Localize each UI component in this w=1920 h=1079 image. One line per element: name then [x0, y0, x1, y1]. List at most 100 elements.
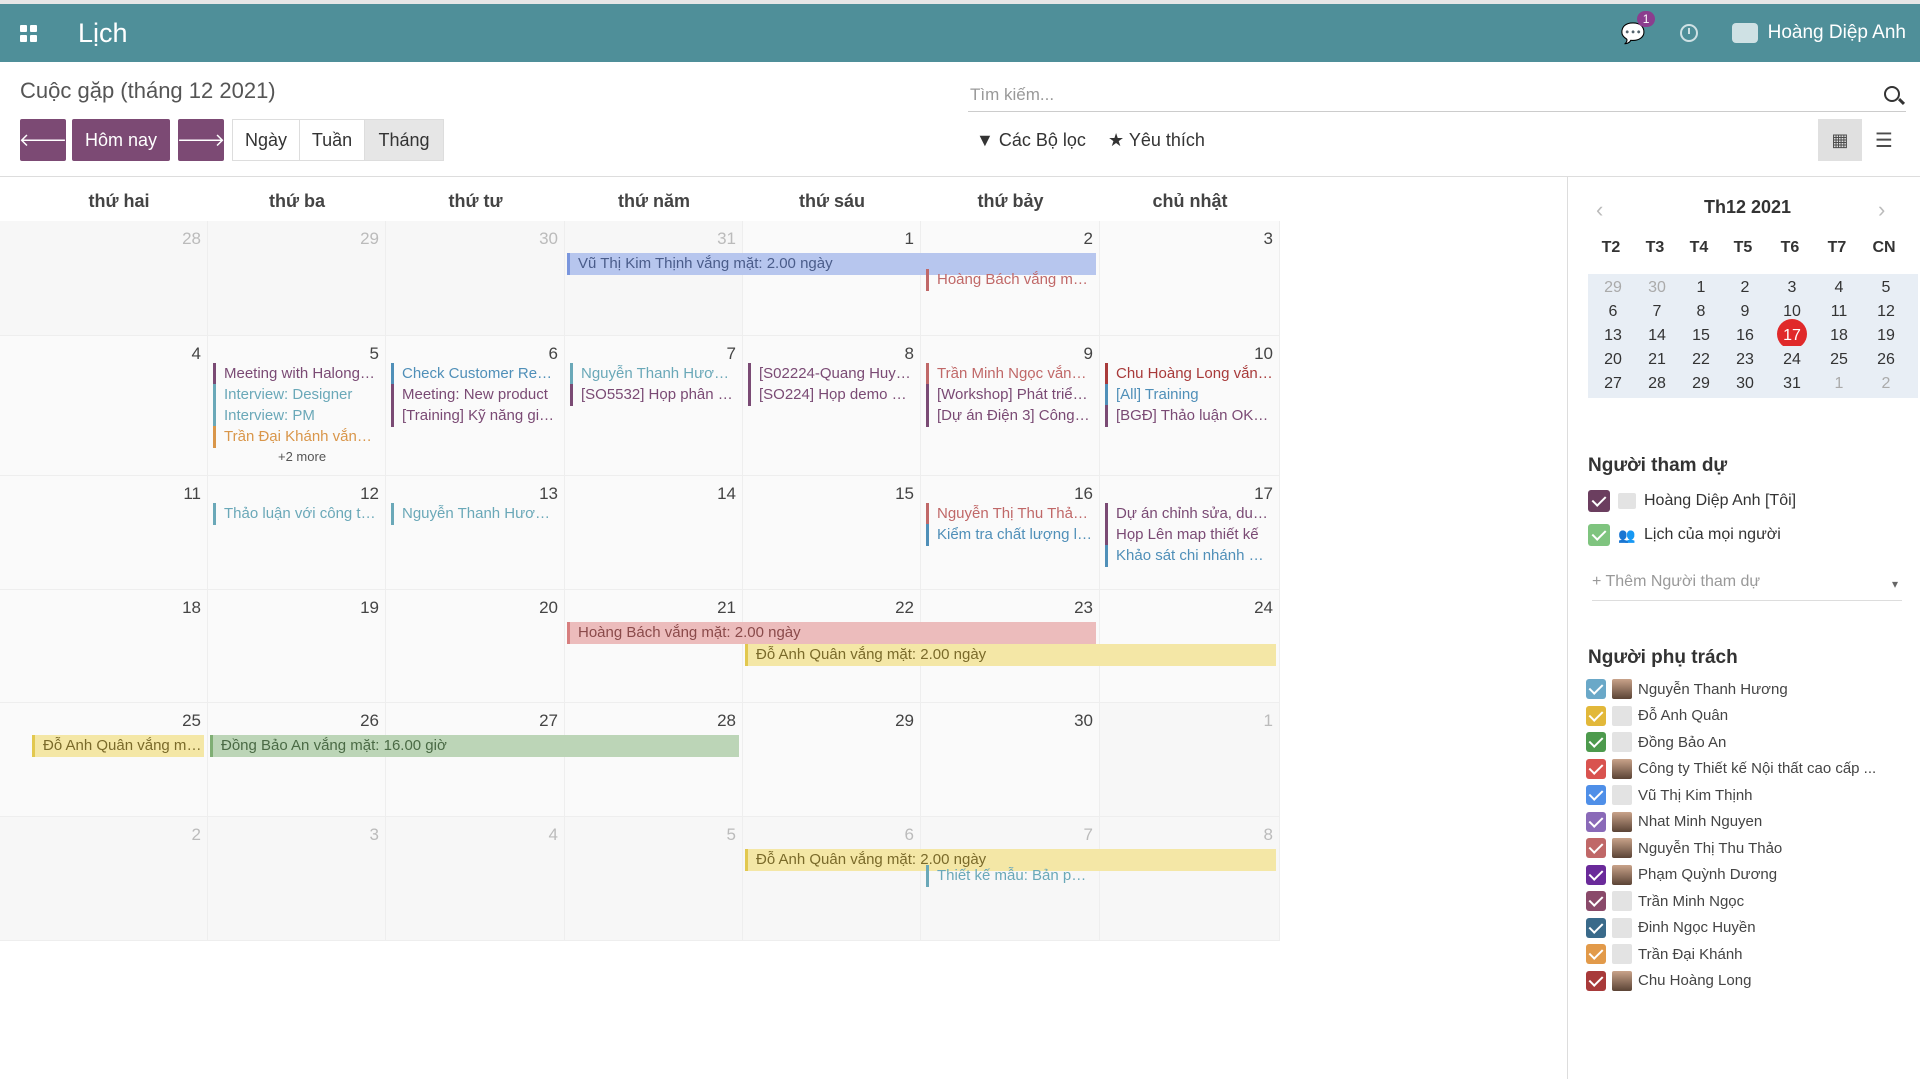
mini-prev-icon[interactable]: ‹ — [1596, 197, 1603, 223]
checkbox-icon[interactable] — [1586, 864, 1606, 885]
calendar-event[interactable]: [SO5532] Họp phân tích nhu cầu — [570, 384, 736, 406]
checkbox-icon[interactable] — [1588, 490, 1610, 512]
mini-day[interactable]: 1 — [1819, 372, 1859, 396]
day-cell[interactable]: 3 — [208, 817, 386, 941]
more-events-link[interactable]: +2 more — [278, 449, 326, 464]
checkbox-icon[interactable] — [1586, 970, 1606, 991]
mini-day[interactable]: 27 — [1593, 372, 1633, 396]
mini-day[interactable]: 2 — [1725, 276, 1765, 300]
mini-day[interactable]: 29 — [1681, 372, 1721, 396]
search-icon[interactable] — [1884, 86, 1900, 102]
mini-day[interactable]: 25 — [1819, 348, 1859, 372]
list-view-switch[interactable]: ☰ — [1862, 119, 1906, 161]
mini-day[interactable]: 31 — [1772, 372, 1812, 396]
calendar-event[interactable]: Thảo luận với công ty nội thất — [213, 503, 379, 525]
checkbox-icon[interactable] — [1586, 838, 1606, 858]
mini-day[interactable]: 9 — [1725, 300, 1765, 324]
mini-day[interactable]: 5 — [1866, 276, 1906, 300]
mini-day[interactable]: 30 — [1725, 372, 1765, 396]
mini-day[interactable]: 7 — [1637, 300, 1677, 324]
responsible-filter-item[interactable]: Phạm Quỳnh Dương — [1586, 863, 1777, 887]
mini-day[interactable]: 26 — [1866, 348, 1906, 372]
mini-day[interactable]: 19 — [1866, 324, 1906, 348]
mini-day[interactable]: 3 — [1772, 276, 1812, 300]
day-cell[interactable]: 28 — [0, 221, 208, 336]
messaging-button[interactable]: 💬 1 — [1621, 10, 1656, 46]
calendar-event[interactable]: Họp Lên map thiết kế — [1105, 524, 1273, 546]
mini-day[interactable]: 4 — [1819, 276, 1859, 300]
checkbox-icon[interactable] — [1586, 705, 1606, 726]
day-cell[interactable]: 30 — [386, 221, 565, 336]
mini-day[interactable]: 22 — [1681, 348, 1721, 372]
responsible-filter-item[interactable]: Chu Hoàng Long — [1586, 969, 1751, 993]
all-day-event[interactable]: Hoàng Bách vắng mặt: 2.00 ngày — [567, 622, 1096, 644]
day-cell[interactable]: 6 — [743, 817, 921, 941]
today-button[interactable]: Hôm nay — [72, 119, 170, 161]
mini-day[interactable]: 15 — [1681, 324, 1721, 348]
calendar-event[interactable]: [All] Training — [1105, 384, 1273, 406]
day-cell[interactable]: 25 — [0, 703, 208, 817]
day-cell[interactable]: 21 — [565, 590, 743, 703]
activity-clock-icon[interactable] — [1679, 24, 1698, 42]
mini-day[interactable]: 11 — [1819, 300, 1859, 324]
calendar-event[interactable]: Nguyễn Thanh Hương on Time Off — [570, 363, 736, 385]
day-cell[interactable]: 31 — [565, 221, 743, 336]
day-cell[interactable]: 2 — [0, 817, 208, 941]
checkbox-icon[interactable] — [1586, 679, 1606, 699]
responsible-filter-item[interactable]: Công ty Thiết kế Nội thất cao cấp ... — [1586, 757, 1876, 781]
day-cell[interactable]: 3 — [1100, 221, 1280, 336]
day-cell[interactable]: 11 — [0, 476, 208, 590]
responsible-filter-item[interactable]: Đỗ Anh Quân — [1586, 704, 1728, 728]
add-attendee-input[interactable]: + Thêm Người tham dự ▾ — [1592, 573, 1902, 601]
calendar-event[interactable]: Kiểm tra chất lượng lần 2 — [926, 524, 1093, 546]
day-cell[interactable]: 1 — [1100, 703, 1280, 817]
calendar-event[interactable]: [S02224-Quang Huy] Họp lần 1 — [748, 363, 914, 385]
day-cell[interactable]: 15 — [743, 476, 921, 590]
responsible-filter-item[interactable]: Vũ Thị Kim Thịnh — [1586, 783, 1753, 807]
apps-menu-button[interactable] — [0, 4, 56, 62]
mini-day[interactable]: 30 — [1637, 276, 1677, 300]
mini-day[interactable]: 18 — [1819, 324, 1859, 348]
responsible-filter-item[interactable]: Đinh Ngọc Huyền — [1586, 916, 1756, 940]
mini-day[interactable]: 13 — [1593, 324, 1633, 348]
day-cell[interactable]: 27 — [386, 703, 565, 817]
responsible-filter-item[interactable]: Đồng Bảo An — [1586, 730, 1726, 754]
search-input[interactable] — [968, 80, 1848, 110]
day-cell[interactable]: 8 — [743, 336, 921, 476]
calendar-event[interactable]: [Workshop] Phát triển nhân viên — [926, 384, 1093, 406]
calendar-event[interactable]: Thiết kế mẫu: Bản phấn cố định — [926, 865, 1093, 887]
next-button[interactable]: 🡒 — [177, 119, 225, 161]
view-month-button[interactable]: Tháng — [364, 119, 444, 161]
calendar-event[interactable]: Meeting with Halong Furniture — [213, 363, 379, 385]
day-cell[interactable]: 19 — [208, 590, 386, 703]
responsible-filter-item[interactable]: Trần Minh Ngọc — [1586, 889, 1744, 913]
checkbox-icon[interactable] — [1586, 891, 1606, 911]
calendar-event[interactable]: Khảo sát chi nhánh mới — [1105, 545, 1273, 567]
calendar-event[interactable]: Chu Hoàng Long vắng mặt: 2.00 ngày — [1105, 363, 1273, 385]
checkbox-icon[interactable] — [1588, 524, 1610, 546]
mini-day[interactable]: 21 — [1637, 348, 1677, 372]
day-cell[interactable]: 29 — [208, 221, 386, 336]
mini-day[interactable]: 16 — [1725, 324, 1765, 348]
calendar-event[interactable]: Nguyễn Thanh Hương vắng mặt — [391, 503, 558, 525]
day-cell[interactable]: 8 — [1100, 817, 1280, 941]
calendar-event[interactable]: Check Customer Request — [391, 363, 558, 385]
checkbox-icon[interactable] — [1586, 917, 1606, 938]
responsible-filter-item[interactable]: Nguyễn Thị Thu Thảo — [1586, 836, 1782, 860]
mini-day[interactable]: 28 — [1637, 372, 1677, 396]
calendar-event[interactable]: Trần Minh Ngọc vắng mặt: 2.00 ngày — [926, 363, 1093, 385]
calendar-event[interactable]: Meeting: New product — [391, 384, 558, 406]
calendar-event[interactable]: [BGĐ] Thảo luận OKR Quý — [1105, 405, 1273, 427]
mini-day[interactable]: 24 — [1772, 348, 1812, 372]
mini-day[interactable]: 29 — [1593, 276, 1633, 300]
calendar-event[interactable]: [Training] Kỹ năng giao tiếp — [391, 405, 558, 427]
view-week-button[interactable]: Tuần — [299, 119, 365, 161]
filters-dropdown[interactable]: ▼ Các Bộ lọc — [976, 130, 1086, 151]
attendee-filter-item[interactable]: Hoàng Diệp Anh [Tôi] — [1588, 487, 1796, 515]
mini-day[interactable]: 1 — [1681, 276, 1721, 300]
day-cell[interactable]: 26 — [208, 703, 386, 817]
mini-next-icon[interactable]: › — [1878, 197, 1885, 223]
checkbox-icon[interactable] — [1586, 758, 1606, 779]
day-cell[interactable]: 28 — [565, 703, 743, 817]
day-cell[interactable]: 7 — [565, 336, 743, 476]
